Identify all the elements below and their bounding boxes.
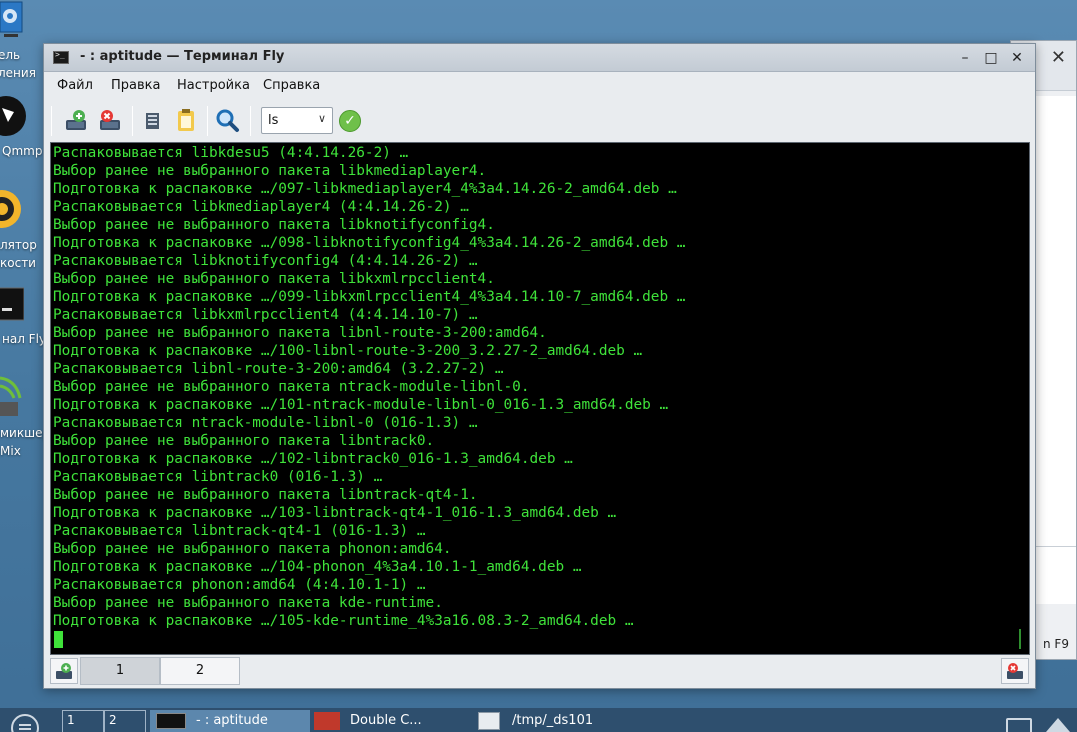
text-file-icon (478, 711, 500, 730)
terminal-lines: Распаковывается libkdesu5 (4:4.14.26-2) … (53, 144, 685, 630)
terminal-line: Выбор ранее не выбранного пакета libkxml… (53, 271, 495, 287)
desktop-label-calculator: лятор кости (0, 238, 37, 270)
desktop-switcher-2[interactable]: 2 (104, 710, 146, 732)
terminal-line: Распаковывается libknotifyconfig4 (4:4.1… (53, 253, 478, 269)
desktop-label-qmmp: Qmmp (2, 144, 43, 158)
terminal-line: Подготовка к распаковке …/099-libkxmlrpc… (53, 289, 686, 305)
terminal-line: Распаковывается libntrack-qt4-1 (016-1.3… (53, 523, 426, 539)
paste-icon[interactable] (171, 105, 201, 135)
calculator-icon[interactable] (0, 186, 24, 232)
taskbar-item-tmp[interactable]: /tmp/_ds101 (478, 710, 658, 732)
terminal-window: - : aptitude — Терминал Fly – □ ✕ Файл П… (43, 43, 1036, 689)
find-icon[interactable] (212, 105, 242, 135)
terminal-output[interactable]: Распаковывается libkdesu5 (4:4.14.26-2) … (50, 142, 1030, 655)
qmmp-icon[interactable] (0, 92, 26, 140)
terminal-line: Выбор ранее не выбранного пакета kde-run… (53, 595, 443, 611)
menu-edit[interactable]: Правка (111, 78, 160, 93)
background-window-panel (1036, 546, 1076, 604)
tab-2[interactable]: 2 (160, 657, 240, 685)
menu-file[interactable]: Файл (57, 78, 93, 93)
terminal-line: Выбор ранее не выбранного пакета ntrack-… (53, 379, 530, 395)
maximize-button[interactable]: □ (981, 48, 1001, 68)
terminal-line: Подготовка к распаковке …/097-libkmediap… (53, 181, 677, 197)
terminal-line: Подготовка к распаковке …/103-libntrack-… (53, 505, 617, 521)
terminal-line: Выбор ранее не выбранного пакета libknot… (53, 217, 495, 233)
terminal-line: Распаковывается libkdesu5 (4:4.14.26-2) … (53, 145, 409, 161)
terminal-cursor (54, 631, 63, 648)
execute-icon[interactable]: ✓ (339, 110, 361, 132)
command-combo-value: ls (268, 113, 279, 128)
terminal-line: Подготовка к распаковке …/104-phonon_4%3… (53, 559, 582, 575)
terminal-line: Подготовка к распаковке …/100-libnl-rout… (53, 343, 643, 359)
terminal-scrollbar[interactable] (1019, 629, 1021, 649)
terminal-fly-icon[interactable] (0, 286, 25, 324)
toolbar-separator (132, 106, 133, 136)
terminal-line: Выбор ранее не выбранного пакета libkmed… (53, 163, 487, 179)
terminal-line: Распаковывается libkxmlrpcclient4 (4:4.1… (53, 307, 478, 323)
terminal-line: Распаковывается libntrack0 (016-1.3) … (53, 469, 383, 485)
terminal-line: Выбор ранее не выбранного пакета libntra… (53, 487, 478, 503)
terminal-line: Распаковывается libnl-route-3-200:amd64 … (53, 361, 504, 377)
double-commander-icon (314, 711, 340, 730)
tab-1[interactable]: 1 (80, 657, 160, 685)
menu-bar: Файл Правка Настройка Справка (44, 73, 1035, 99)
taskbar: 1 2 - : aptitude Double C... /tmp/_ds101 (0, 708, 1077, 732)
chevron-down-icon[interactable]: ∨ (318, 112, 326, 125)
desktop-label-terminal-fly: нал Fly (2, 332, 47, 346)
terminal-line: Распаковывается ntrack-module-libnl-0 (0… (53, 415, 478, 431)
tab-bar: 1 2 (50, 657, 1029, 685)
command-combo[interactable]: ls ∨ (261, 107, 333, 134)
terminal-line: Выбор ранее не выбранного пакета phonon:… (53, 541, 452, 557)
minimize-button[interactable]: – (955, 48, 975, 68)
taskbar-item-terminal[interactable]: - : aptitude (150, 710, 310, 732)
window-list-icon[interactable] (1006, 718, 1032, 732)
window-title: - : aptitude — Терминал Fly (80, 49, 285, 64)
terminal-app-icon (53, 50, 69, 64)
terminal-line: Распаковывается libkmediaplayer4 (4:4.14… (53, 199, 469, 215)
background-window-content (1036, 96, 1076, 549)
start-menu-icon[interactable] (8, 712, 42, 732)
copy-icon[interactable] (137, 105, 167, 135)
terminal-line: Подготовка к распаковке …/105-kde-runtim… (53, 613, 634, 629)
new-tab-icon[interactable] (62, 105, 92, 135)
desktop-label-mixer: микшер Mix (0, 426, 46, 458)
background-window-close-icon[interactable]: ✕ (1051, 47, 1066, 68)
terminal-line: Подготовка к распаковке …/102-libntrack0… (53, 451, 573, 467)
new-tab-button[interactable] (50, 658, 78, 684)
tab-1-label: 1 (115, 663, 125, 678)
terminal-line: Выбор ранее не выбранного пакета libnl-r… (53, 325, 547, 341)
close-tab-icon[interactable] (96, 105, 126, 135)
terminal-icon (156, 712, 186, 729)
toolbar-separator (51, 106, 52, 136)
desktop-switcher-1[interactable]: 1 (62, 710, 104, 732)
toolbar-separator (207, 106, 208, 136)
background-window-hint: n F9 (1043, 637, 1069, 651)
taskbar-item-doublecmd[interactable]: Double C... (314, 710, 470, 732)
close-button[interactable]: ✕ (1007, 48, 1027, 68)
terminal-line: Распаковывается phonon:amd64 (4:4.10.1-1… (53, 577, 426, 593)
desktop-label-control-panel: ель ления (0, 48, 36, 80)
menu-settings[interactable]: Настройка (177, 78, 250, 93)
toolbar-separator (250, 106, 251, 136)
toolbar: ls ∨ ✓ (44, 100, 1035, 140)
terminal-line: Подготовка к распаковке …/101-ntrack-mod… (53, 397, 669, 413)
control-panel-icon[interactable] (0, 0, 24, 38)
terminal-line: Выбор ранее не выбранного пакета libntra… (53, 433, 435, 449)
tab-2-label: 2 (195, 663, 205, 678)
close-tab-button[interactable] (1001, 658, 1029, 684)
network-icon[interactable] (1046, 718, 1070, 732)
window-titlebar[interactable]: - : aptitude — Терминал Fly – □ ✕ (44, 44, 1035, 72)
mixer-icon[interactable] (0, 374, 24, 420)
terminal-line: Подготовка к распаковке …/098-libknotify… (53, 235, 686, 251)
menu-help[interactable]: Справка (263, 78, 320, 93)
